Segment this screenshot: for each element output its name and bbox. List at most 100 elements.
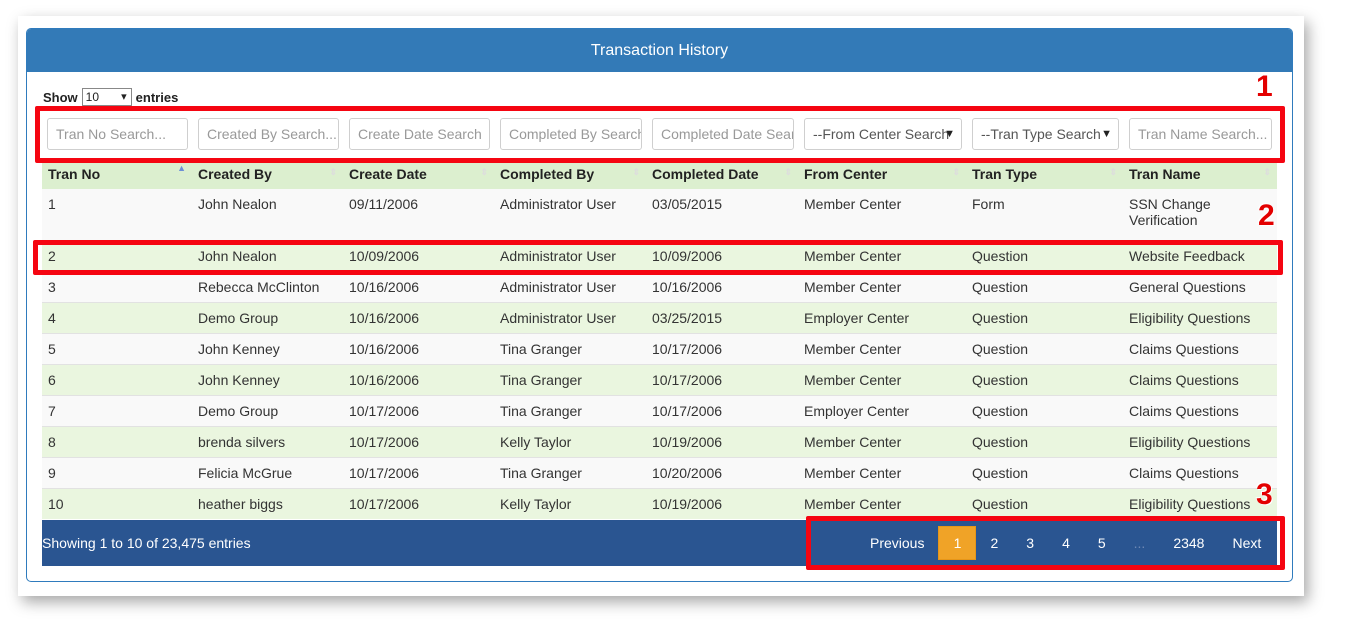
- table-cell: Employer Center: [798, 394, 966, 426]
- show-label: Show: [43, 89, 78, 105]
- table-cell: Question: [966, 456, 1123, 488]
- column-header[interactable]: Tran Name ⇕: [1123, 159, 1277, 189]
- column-header[interactable]: Tran No ▲: [42, 159, 192, 189]
- table-row[interactable]: 7 Demo Group 10/17/2006 Tina Granger 10/17/2…: [42, 394, 1277, 426]
- table-cell: 10/16/2006: [343, 270, 494, 302]
- entries-select[interactable]: 10: [81, 88, 132, 106]
- sort-icon: ⇕: [1263, 167, 1271, 177]
- table-cell: Question: [966, 425, 1123, 457]
- table-cell: 4: [42, 301, 192, 333]
- callout-box-filters: [35, 106, 1285, 163]
- table-cell: 10/16/2006: [343, 301, 494, 333]
- table-row[interactable]: 3 Rebecca McClinton 10/16/2006 Administrato…: [42, 270, 1277, 302]
- table-cell: 10/19/2006: [646, 425, 798, 457]
- table-cell: Member Center: [798, 332, 966, 364]
- table-cell: 10/17/2006: [343, 425, 494, 457]
- table-cell: Question: [966, 301, 1123, 333]
- table-cell: 10/17/2006: [343, 394, 494, 426]
- callout-number-2: 2: [1258, 199, 1275, 232]
- table-cell: Tina Granger: [494, 332, 646, 364]
- entries-label: entries: [135, 89, 179, 105]
- table-cell: 1: [42, 189, 192, 240]
- table-cell: Demo Group: [192, 301, 343, 333]
- table-cell: Kelly Taylor: [494, 487, 646, 519]
- table-cell: 8: [42, 425, 192, 457]
- table-cell: Member Center: [798, 487, 966, 519]
- table-cell: Claims Questions: [1123, 456, 1277, 488]
- callout-box-row: [33, 240, 1283, 275]
- table-cell: Tina Granger: [494, 456, 646, 488]
- column-header[interactable]: Create Date ⇕: [343, 159, 494, 189]
- table-cell: 10: [42, 487, 192, 519]
- table-cell: Eligibility Questions: [1123, 301, 1277, 333]
- table-cell: 10/17/2006: [646, 332, 798, 364]
- table-cell: 03/25/2015: [646, 301, 798, 333]
- table-cell: Member Center: [798, 456, 966, 488]
- table-cell: 10/17/2006: [343, 456, 494, 488]
- table-cell: Demo Group: [192, 394, 343, 426]
- column-header-label: Created By: [198, 166, 272, 182]
- table-cell: 6: [42, 363, 192, 395]
- table-cell: 10/20/2006: [646, 456, 798, 488]
- table-cell: Eligibility Questions: [1123, 425, 1277, 457]
- table-cell: Member Center: [798, 189, 966, 240]
- table-row[interactable]: 6 John Kenney 10/16/2006 Tina Granger 10/17/…: [42, 363, 1277, 395]
- table-cell: Question: [966, 332, 1123, 364]
- table-header-row: Tran No ▲ Created By ⇕ Create Date ⇕ Completed…: [42, 159, 1277, 189]
- table-cell: John Kenney: [192, 363, 343, 395]
- column-header-label: From Center: [804, 166, 888, 182]
- table-cell: Member Center: [798, 363, 966, 395]
- column-header-label: Completed By: [500, 166, 595, 182]
- table-cell: 9: [42, 456, 192, 488]
- sort-icon: ⇕: [952, 167, 960, 177]
- table-cell: 10/17/2006: [646, 394, 798, 426]
- table-cell: SSN Change Verification: [1123, 189, 1277, 240]
- sort-icon: ⇕: [1109, 167, 1117, 177]
- table-cell: brenda silvers: [192, 425, 343, 457]
- table-cell: 10/16/2006: [646, 270, 798, 302]
- column-header[interactable]: Completed By ⇕: [494, 159, 646, 189]
- table-cell: John Kenney: [192, 332, 343, 364]
- table-row[interactable]: 10 heather biggs 10/17/2006 Kelly Taylor 10/…: [42, 487, 1277, 519]
- table-row[interactable]: 8 brenda silvers 10/17/2006 Kelly Taylor 10/…: [42, 425, 1277, 457]
- table-row[interactable]: 5 John Kenney 10/16/2006 Tina Granger 10/17/…: [42, 332, 1277, 364]
- sort-icon: ⇕: [784, 167, 792, 177]
- panel-title: Transaction History: [27, 29, 1292, 72]
- table-cell: Felicia McGrue: [192, 456, 343, 488]
- sort-icon: ⇕: [632, 167, 640, 177]
- column-header-label: Tran Name: [1129, 166, 1201, 182]
- table-cell: heather biggs: [192, 487, 343, 519]
- column-header[interactable]: Tran Type ⇕: [966, 159, 1123, 189]
- callout-number-3: 3: [1256, 478, 1273, 511]
- table-cell: Eligibility Questions: [1123, 487, 1277, 519]
- table-cell: Claims Questions: [1123, 332, 1277, 364]
- column-header-label: Tran No: [48, 166, 101, 182]
- table-row[interactable]: 1 John Nealon 09/11/2006 Administrator User…: [42, 189, 1277, 240]
- table-cell: Question: [966, 363, 1123, 395]
- column-header-label: Tran Type: [972, 166, 1038, 182]
- column-header[interactable]: Completed Date ⇕: [646, 159, 798, 189]
- table-cell: 10/17/2006: [343, 487, 494, 519]
- table-cell: 5: [42, 332, 192, 364]
- table-cell: Question: [966, 487, 1123, 519]
- table-cell: 10/16/2006: [343, 363, 494, 395]
- entries-length-control: Show 10 entries: [43, 88, 178, 106]
- table-cell: Member Center: [798, 425, 966, 457]
- sort-asc-icon: ▲: [177, 163, 186, 173]
- table-cell: 10/17/2006: [646, 363, 798, 395]
- table-row[interactable]: 4 Demo Group 10/16/2006 Administrator User 0…: [42, 301, 1277, 333]
- table-cell: Tina Granger: [494, 394, 646, 426]
- column-header[interactable]: Created By ⇕: [192, 159, 343, 189]
- callout-box-pagination: [806, 516, 1285, 570]
- table-cell: Administrator User: [494, 270, 646, 302]
- table-row[interactable]: 9 Felicia McGrue 10/17/2006 Tina Granger 10/…: [42, 456, 1277, 488]
- table-cell: Question: [966, 270, 1123, 302]
- table-cell: 7: [42, 394, 192, 426]
- sort-icon: ⇕: [329, 167, 337, 177]
- callout-number-1: 1: [1256, 70, 1273, 103]
- table-cell: John Nealon: [192, 189, 343, 240]
- table-cell: Form: [966, 189, 1123, 240]
- column-header[interactable]: From Center ⇕: [798, 159, 966, 189]
- table-cell: Administrator User: [494, 189, 646, 240]
- table-cell: 10/16/2006: [343, 332, 494, 364]
